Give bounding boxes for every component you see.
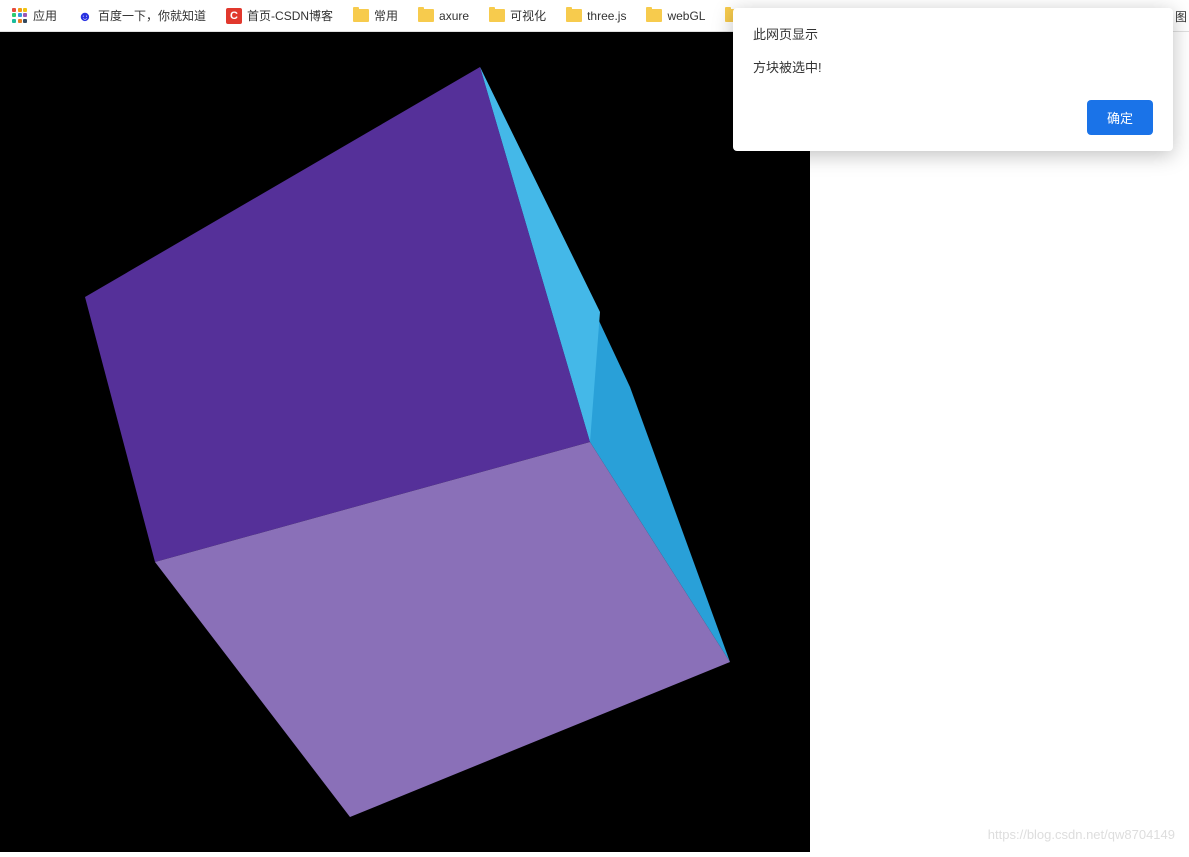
folder-webgl-bookmark[interactable]: webGL	[638, 5, 713, 27]
baidu-bookmark[interactable]: ☻ 百度一下，你就知道	[69, 3, 214, 28]
csdn-icon: C	[226, 8, 242, 24]
baidu-label: 百度一下，你就知道	[98, 7, 206, 24]
csdn-bookmark[interactable]: C 首页-CSDN博客	[218, 3, 341, 28]
alert-message: 方块被选中!	[753, 57, 1153, 76]
folder-icon	[353, 9, 369, 22]
folder-axure-label: axure	[439, 9, 469, 23]
folder-threejs-bookmark[interactable]: three.js	[558, 5, 634, 27]
folder-webgl-label: webGL	[667, 9, 705, 23]
folder-common-label: 常用	[374, 7, 398, 24]
csdn-label: 首页-CSDN博客	[247, 7, 333, 24]
apps-grid-icon	[12, 8, 28, 24]
alert-title: 此网页显示	[753, 24, 1153, 43]
apps-label: 应用	[33, 7, 57, 24]
alert-button-row: 确定	[753, 100, 1153, 135]
folder-visualization-label: 可视化	[510, 7, 546, 24]
folder-common-bookmark[interactable]: 常用	[345, 3, 406, 28]
alert-ok-button[interactable]: 确定	[1087, 100, 1153, 135]
folder-icon	[646, 9, 662, 22]
page-whitespace	[810, 32, 1189, 852]
folder-visualization-bookmark[interactable]: 可视化	[481, 3, 554, 28]
javascript-alert-dialog: 此网页显示 方块被选中! 确定	[733, 8, 1173, 151]
cube-render	[0, 32, 810, 852]
apps-bookmark[interactable]: 应用	[4, 3, 65, 28]
webgl-canvas[interactable]	[0, 32, 810, 852]
baidu-icon: ☻	[77, 8, 93, 24]
folder-icon	[566, 9, 582, 22]
content-area	[0, 32, 1189, 852]
folder-threejs-label: three.js	[587, 9, 626, 23]
truncated-bookmark-right[interactable]: 图	[1175, 8, 1187, 25]
folder-axure-bookmark[interactable]: axure	[410, 5, 477, 27]
folder-icon	[418, 9, 434, 22]
folder-icon	[489, 9, 505, 22]
